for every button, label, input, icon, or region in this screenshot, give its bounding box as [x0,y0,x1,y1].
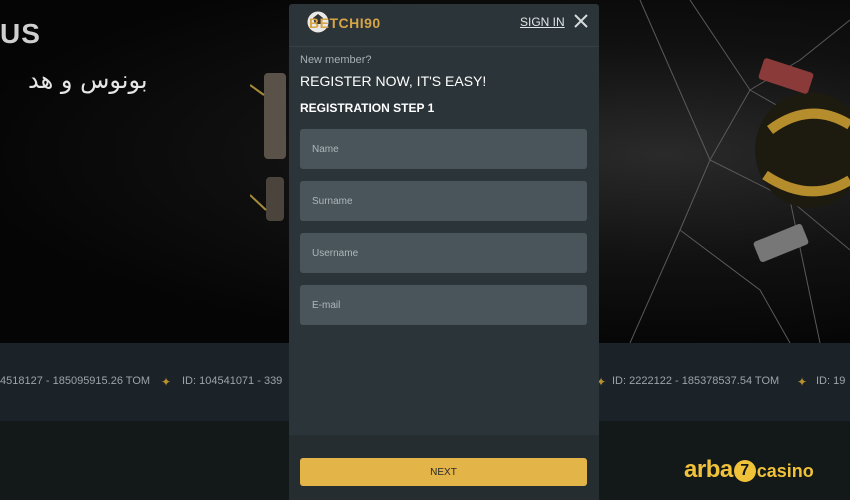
ticker-item: ID: 2222122 - 185378537.54 TOM [612,375,780,387]
watermark-arba: arba [684,456,733,483]
hero-arabic-text: بونوس و هد [28,66,148,94]
ticker-item: ID: 19 [816,375,846,387]
watermark-logo: arba 7 casino [684,456,814,486]
watermark-casino: casino [756,461,814,481]
ticker-item: ID: 104541071 - 339 [182,375,283,387]
star-icon: ✦ [797,375,808,389]
ticker-item: 4518127 - 185095915.26 TOM [0,375,151,387]
star-icon: ✦ [161,375,172,389]
email-input[interactable] [300,285,587,325]
modal-footer: NEXT [289,435,599,500]
close-icon[interactable] [572,12,590,30]
cracked-glass-decoration [629,0,850,343]
watermark-seven: 7 [733,460,756,482]
registration-modal: BETCHI90 SIGN IN New member? REGISTER NO… [289,4,599,500]
next-button[interactable]: NEXT [300,458,587,486]
register-headline: REGISTER NOW, IT'S EASY! [300,73,487,89]
new-member-label: New member? [300,54,372,66]
registration-step-title: REGISTRATION STEP 1 [300,101,435,115]
sign-in-link[interactable]: SIGN IN [520,15,565,29]
modal-header: BETCHI90 SIGN IN [289,4,599,47]
hero-brand-text: US [0,18,41,49]
username-input[interactable] [300,233,587,273]
name-input[interactable] [300,129,587,169]
trophy-decoration [250,73,286,221]
site-logo-text: BETCHI90 [309,15,381,31]
surname-input[interactable] [300,181,587,221]
